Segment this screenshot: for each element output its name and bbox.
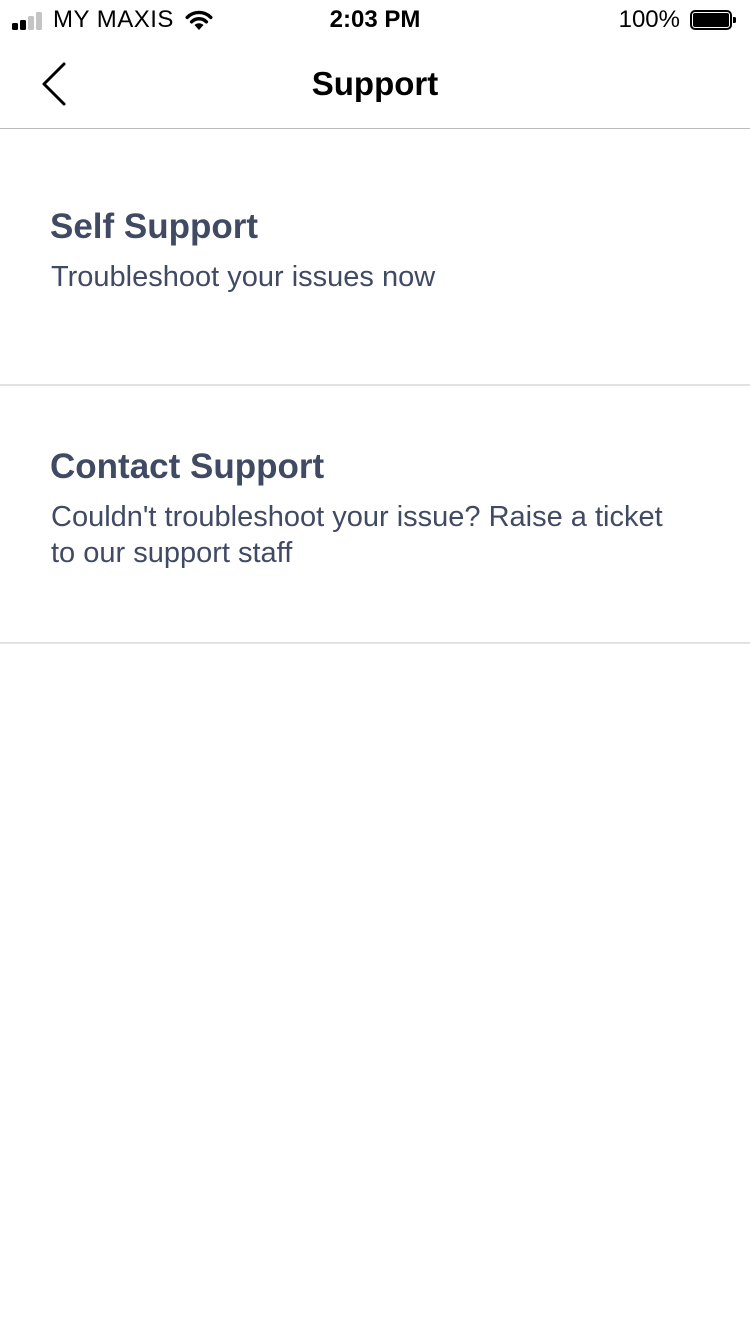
support-options-list: Self Support Troubleshoot your issues no… — [0, 129, 750, 644]
page-title: Support — [311, 65, 439, 102]
battery-fill — [693, 13, 729, 27]
contact-support-title: Contact Support — [50, 447, 325, 486]
self-support-item[interactable]: Self Support Troubleshoot your issues no… — [0, 129, 750, 386]
contact-support-item[interactable]: Contact Support Couldn't troubleshoot yo… — [0, 386, 750, 644]
navigation-bar: Support — [0, 40, 750, 129]
self-support-title: Self Support — [50, 207, 259, 246]
battery-icon — [690, 10, 736, 30]
self-support-description: Troubleshoot your issues now — [51, 261, 436, 293]
status-bar: MY MAXIS 2:03 PM 100% — [0, 0, 750, 40]
contact-support-description: Couldn't troubleshoot your issue? Raise … — [51, 501, 663, 569]
battery-percentage: 100% — [618, 6, 680, 33]
